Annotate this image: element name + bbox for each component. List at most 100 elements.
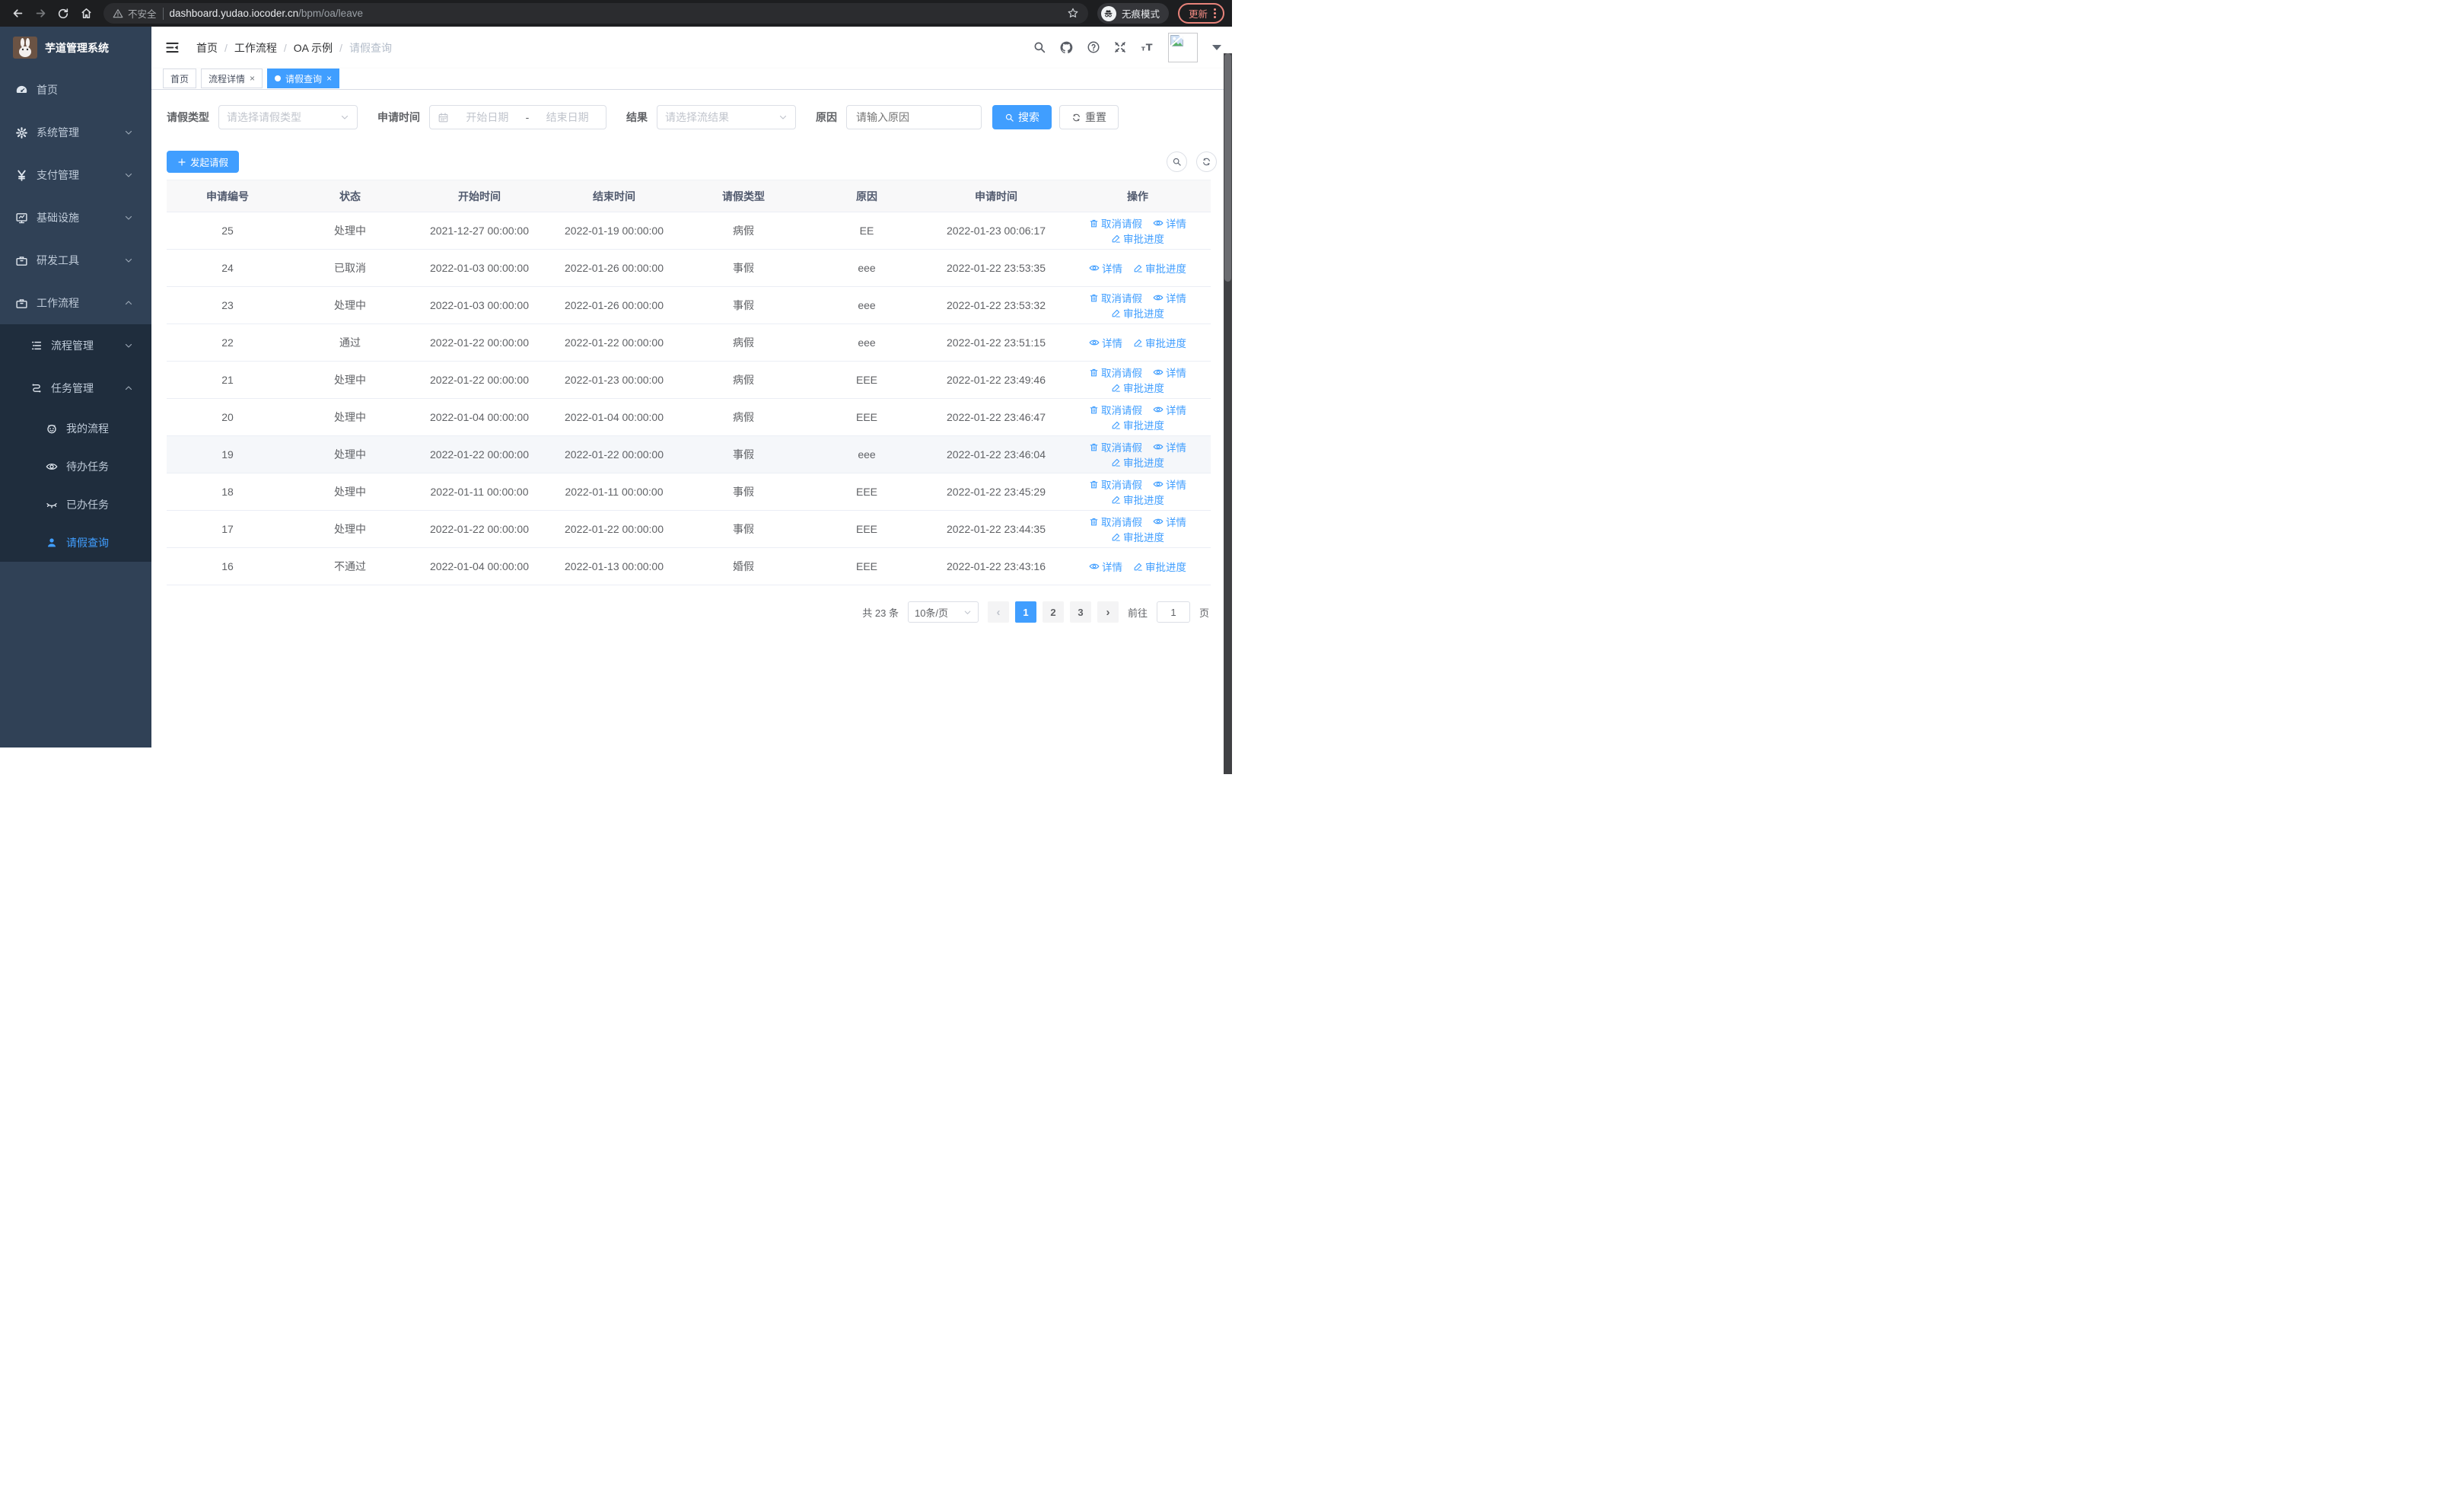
page-button-2[interactable]: 2 [1042,601,1064,623]
reason-label: 原因 [816,111,837,123]
tab-process-detail[interactable]: 流程详情 × [201,69,263,88]
detail-link[interactable]: 详情 [1089,260,1122,276]
col-end: 结束时间 [547,180,681,212]
cancel-leave-link[interactable]: 取消请假 [1089,439,1142,454]
cancel-leave-link[interactable]: 取消请假 [1089,514,1142,529]
pencil-icon [1133,562,1143,572]
tab-home[interactable]: 首页 [163,69,197,88]
detail-link[interactable]: 详情 [1153,215,1186,231]
window-scrollbar[interactable] [1224,53,1232,774]
col-status: 状态 [288,180,412,212]
eye-closed-icon [46,503,57,508]
browser-menu-icon[interactable] [1214,8,1216,18]
prev-page-button[interactable]: ‹ [987,601,1009,623]
progress-link[interactable]: 审批进度 [1111,492,1164,507]
progress-link[interactable]: 审批进度 [1111,454,1164,470]
breadcrumb: 首页 / 工作流程 / OA 示例 / 请假查询 [196,40,392,56]
detail-link[interactable]: 详情 [1153,439,1186,454]
detail-link[interactable]: 详情 [1153,365,1186,380]
toggle-search-button[interactable] [1167,151,1187,172]
refresh-table-button[interactable] [1196,151,1217,172]
search-icon [1004,113,1014,123]
page-button-1[interactable]: 1 [1014,601,1036,623]
tab-close-icon[interactable]: × [250,74,255,83]
page-size-select[interactable]: 10条/页 [907,601,979,623]
sidebar-item-home[interactable]: 首页 [0,69,151,111]
detail-link[interactable]: 详情 [1153,514,1186,529]
security-chip[interactable]: 不安全 [113,6,157,21]
next-page-button[interactable]: › [1097,601,1119,623]
detail-link[interactable]: 详情 [1089,335,1122,350]
page-button-3[interactable]: 3 [1069,601,1091,623]
detail-link[interactable]: 详情 [1153,402,1186,417]
font-size-icon[interactable]: тT [1140,40,1155,54]
start-date-input[interactable]: 开始日期 [457,110,518,125]
sidebar-item-payment[interactable]: 支付管理 [0,154,151,196]
detail-link[interactable]: 详情 [1089,559,1122,574]
avatar[interactable] [1168,33,1198,62]
breadcrumb-workflow[interactable]: 工作流程 [234,40,277,56]
leave-type-select[interactable]: 请选择请假类型 [218,105,358,129]
browser-reload-button[interactable] [53,4,73,24]
sidebar-item-task-mgmt[interactable]: 任务管理 [0,367,151,410]
browser-forward-button[interactable] [30,4,50,24]
progress-link[interactable]: 审批进度 [1133,335,1186,350]
result-select[interactable]: 请选择流结果 [657,105,796,129]
reason-input[interactable] [846,105,982,129]
breadcrumb-oa[interactable]: OA 示例 [294,40,333,56]
cancel-leave-link[interactable]: 取消请假 [1089,402,1142,417]
end-date-input[interactable]: 结束日期 [536,110,598,125]
toolbox-icon [16,298,27,308]
sidebar-collapse-icon[interactable] [162,40,183,55]
help-icon[interactable] [1087,40,1100,54]
sidebar-item-workflow[interactable]: 工作流程 [0,282,151,324]
breadcrumb-home[interactable]: 首页 [196,40,218,56]
sidebar-item-todo-tasks[interactable]: 待办任务 [0,448,151,486]
search-button[interactable]: 搜索 [992,105,1052,129]
sidebar-item-devtools[interactable]: 研发工具 [0,239,151,282]
create-leave-button[interactable]: 发起请假 [167,151,240,173]
bookmark-star-icon[interactable] [1067,7,1079,21]
refresh-icon [1202,157,1211,167]
tab-close-icon[interactable]: × [326,74,332,83]
chevron-down-icon [124,171,133,180]
cancel-leave-link[interactable]: 取消请假 [1089,365,1142,380]
avatar-dropdown-icon[interactable] [1212,45,1221,50]
url-text: dashboard.yudao.iocoder.cn/bpm/oa/leave [169,8,363,19]
breadcrumb-separator: / [339,41,343,54]
detail-link[interactable]: 详情 [1153,290,1186,305]
browser-home-button[interactable] [76,4,96,24]
cancel-leave-link[interactable]: 取消请假 [1089,477,1142,492]
scrollbar-thumb[interactable] [1224,53,1231,282]
detail-link[interactable]: 详情 [1153,477,1186,492]
progress-link[interactable]: 审批进度 [1133,559,1186,574]
progress-link[interactable]: 审批进度 [1111,529,1164,544]
chevron-down-icon [124,213,133,222]
github-icon[interactable] [1059,40,1074,55]
sidebar-item-done-tasks[interactable]: 已办任务 [0,486,151,524]
header-search-icon[interactable] [1033,40,1046,54]
svg-text:T: T [1146,43,1153,54]
reset-button[interactable]: 重置 [1059,105,1119,129]
app-logo: 芋道管理系统 [0,27,151,69]
progress-link[interactable]: 审批进度 [1111,380,1164,395]
progress-link[interactable]: 审批进度 [1111,417,1164,432]
progress-link[interactable]: 审批进度 [1111,305,1164,320]
browser-back-button[interactable] [8,4,27,24]
progress-link[interactable]: 审批进度 [1111,231,1164,246]
sidebar-item-leave-query[interactable]: 请假查询 [0,524,151,562]
progress-link[interactable]: 审批进度 [1133,260,1186,276]
fullscreen-icon[interactable] [1113,40,1127,54]
incognito-badge: 无痕模式 [1097,3,1169,24]
apply-time-range-picker[interactable]: 开始日期 - 结束日期 [429,105,606,129]
browser-update-button[interactable]: 更新 [1177,3,1224,24]
cancel-leave-link[interactable]: 取消请假 [1089,215,1142,231]
sidebar-item-infra[interactable]: 基础设施 [0,196,151,239]
tab-leave-query[interactable]: 请假查询 × [267,69,340,88]
goto-page-input[interactable] [1156,601,1190,623]
sidebar-item-system[interactable]: 系统管理 [0,111,151,154]
address-bar[interactable]: 不安全 dashboard.yudao.iocoder.cn/bpm/oa/le… [103,3,1088,24]
cancel-leave-link[interactable]: 取消请假 [1089,290,1142,305]
sidebar-item-process-mgmt[interactable]: 流程管理 [0,324,151,367]
sidebar-item-my-process[interactable]: 我的流程 [0,410,151,448]
